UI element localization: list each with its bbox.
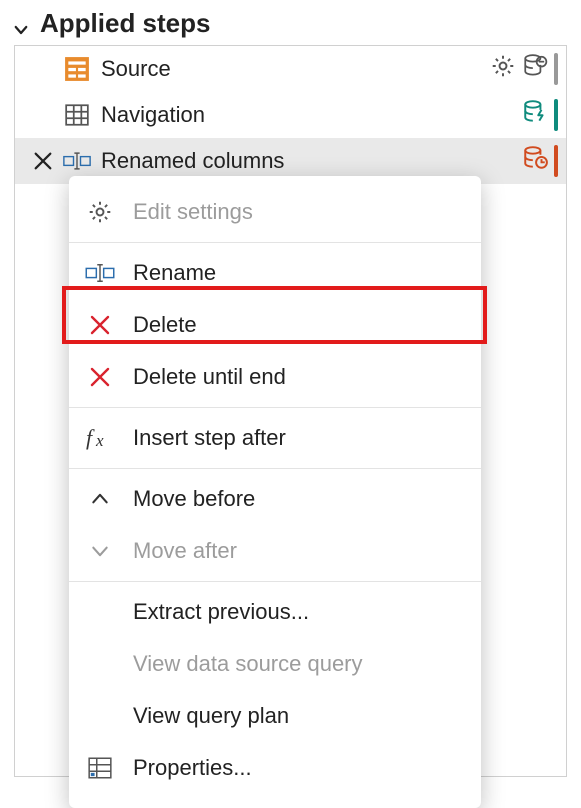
menu-divider [69, 468, 481, 469]
menu-edit-settings: Edit settings [69, 186, 481, 238]
svg-text:x: x [95, 431, 104, 450]
gear-icon[interactable] [490, 53, 516, 85]
menu-insert-step-after[interactable]: f x Insert step after [69, 412, 481, 464]
menu-item-label: Edit settings [133, 199, 463, 225]
step-label: Navigation [101, 102, 522, 128]
menu-item-label: Delete until end [133, 364, 463, 390]
menu-item-label: Properties... [133, 755, 463, 781]
step-label: Renamed columns [101, 148, 522, 174]
menu-extract-previous[interactable]: Extract previous... [69, 586, 481, 638]
db-minus-icon [522, 53, 548, 85]
menu-properties[interactable]: Properties... [69, 742, 481, 794]
step-context-menu: Edit settings Rename Delete Delete until… [69, 176, 481, 808]
menu-item-label: Rename [133, 260, 463, 286]
rename-icon [83, 262, 117, 284]
menu-item-label: View query plan [133, 703, 463, 729]
x-red-icon [83, 313, 117, 337]
chevron-up-icon [83, 489, 117, 509]
chevron-down-icon [83, 541, 117, 561]
menu-move-after: Move after [69, 525, 481, 577]
menu-delete-until-end[interactable]: Delete until end [69, 351, 481, 403]
menu-delete[interactable]: Delete [69, 299, 481, 351]
x-red-icon [83, 365, 117, 389]
svg-text:f: f [86, 426, 95, 450]
gear-icon [83, 199, 117, 225]
status-bar [554, 53, 558, 85]
menu-item-label: Move before [133, 486, 463, 512]
status-bar [554, 99, 558, 131]
db-flash-icon [522, 99, 548, 131]
db-clock-icon [522, 145, 548, 177]
menu-divider [69, 407, 481, 408]
rename-icon [63, 149, 91, 173]
menu-item-label: Move after [133, 538, 463, 564]
menu-item-label: View data source query [133, 651, 463, 677]
menu-view-query-plan[interactable]: View query plan [69, 690, 481, 742]
menu-item-label: Extract previous... [133, 599, 463, 625]
chevron-down-icon [12, 15, 30, 33]
menu-divider [69, 242, 481, 243]
status-bar [554, 145, 558, 177]
menu-move-before[interactable]: Move before [69, 473, 481, 525]
applied-steps-header[interactable]: Applied steps [0, 0, 581, 45]
step-label: Source [101, 56, 490, 82]
step-source[interactable]: Source [15, 46, 566, 92]
section-title: Applied steps [40, 8, 210, 39]
menu-item-label: Insert step after [133, 425, 463, 451]
properties-icon [83, 755, 117, 781]
fx-icon: f x [83, 426, 117, 450]
table-orange-icon [63, 56, 91, 82]
menu-view-data-source-query: View data source query [69, 638, 481, 690]
table-outline-icon [63, 102, 91, 128]
menu-divider [69, 581, 481, 582]
menu-rename[interactable]: Rename [69, 247, 481, 299]
delete-step-icon[interactable] [23, 150, 63, 172]
menu-item-label: Delete [133, 312, 463, 338]
step-navigation[interactable]: Navigation [15, 92, 566, 138]
